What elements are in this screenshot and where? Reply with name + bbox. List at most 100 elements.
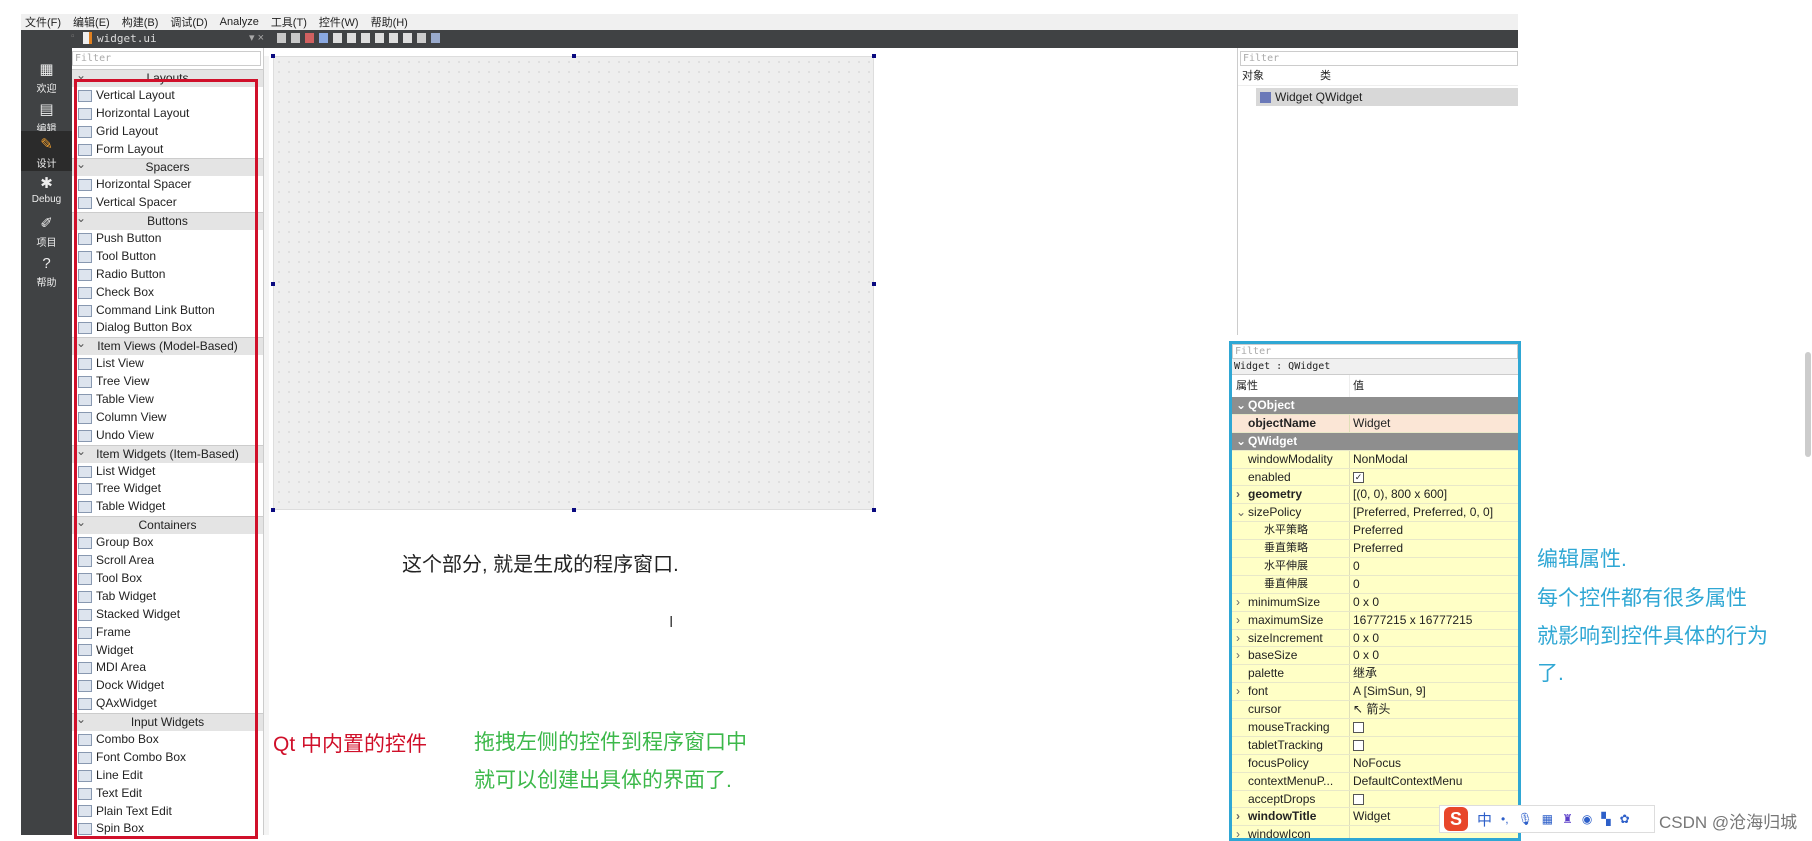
nav-document[interactable]: ▤ 编辑 — [21, 96, 72, 136]
resize-handle[interactable] — [271, 508, 275, 512]
property-row[interactable]: mouseTracking — [1232, 719, 1518, 737]
microphone-icon[interactable]: 🎙 — [1518, 812, 1533, 826]
nav-pencil[interactable]: ✎ 设计 — [21, 131, 72, 171]
property-section[interactable]: ⌄ QObject — [1232, 397, 1518, 415]
chevron-down-icon[interactable]: ⌄ — [1236, 504, 1246, 521]
property-value[interactable]: [Preferred, Preferred, 0, 0] — [1350, 504, 1493, 521]
property-row[interactable]: › baseSize 0 x 0 — [1232, 647, 1518, 666]
chevron-right-icon[interactable]: › — [1236, 486, 1240, 503]
resize-handle[interactable] — [271, 54, 275, 58]
menu-item[interactable]: 调试(D) — [170, 14, 207, 30]
robot-icon[interactable]: ◉ — [1582, 812, 1592, 826]
property-value[interactable]: A [SimSun, 9] — [1350, 683, 1426, 700]
chevron-right-icon[interactable]: › — [1236, 808, 1240, 825]
settings-icon[interactable]: ✿ — [1620, 812, 1630, 826]
layout-vertical-icon[interactable] — [347, 33, 356, 43]
property-row[interactable]: cursor ↖ 箭头 — [1232, 701, 1518, 720]
edit-tab-order-icon[interactable] — [319, 33, 328, 43]
menu-item[interactable]: 帮助(H) — [371, 14, 408, 30]
property-row[interactable]: objectName Widget — [1232, 414, 1518, 433]
property-value[interactable] — [1350, 737, 1364, 754]
resize-handle[interactable] — [271, 282, 275, 286]
property-row[interactable]: 垂直策略 Preferred — [1232, 540, 1518, 559]
form-canvas[interactable] — [271, 54, 876, 512]
checkbox[interactable] — [1353, 740, 1364, 752]
property-row[interactable]: 垂直伸展 0 — [1232, 575, 1518, 594]
property-value[interactable]: Widget — [1350, 415, 1390, 432]
edit-buddies-icon[interactable] — [305, 33, 314, 43]
nav-bug[interactable]: ✱ Debug — [21, 170, 72, 210]
object-filter-input[interactable]: Filter — [1240, 51, 1518, 66]
property-value[interactable]: 0 — [1350, 576, 1360, 593]
resize-handle[interactable] — [872, 282, 876, 286]
chevron-down-icon[interactable]: ⌄ — [1236, 433, 1246, 450]
checkbox[interactable] — [1353, 793, 1364, 805]
property-value[interactable]: ↖ 箭头 — [1350, 701, 1390, 718]
property-value[interactable] — [1350, 791, 1364, 808]
chevron-right-icon[interactable]: › — [1236, 630, 1240, 647]
ime-mode[interactable]: 中 — [1477, 809, 1492, 830]
checkbox[interactable] — [1353, 722, 1364, 734]
property-row[interactable]: palette 继承 — [1232, 665, 1518, 684]
chevron-down-icon[interactable]: ⌄ — [1236, 397, 1246, 414]
property-row[interactable]: contextMenuP... DefaultContextMenu — [1232, 772, 1518, 791]
layout-h-splitter-icon[interactable] — [361, 33, 370, 43]
property-row[interactable]: › sizeIncrement 0 x 0 — [1232, 629, 1518, 648]
property-row[interactable]: ⌄ sizePolicy [Preferred, Preferred, 0, 0] — [1232, 504, 1518, 523]
property-row[interactable]: focusPolicy NoFocus — [1232, 754, 1518, 773]
tab-widget-ui[interactable]: widget.ui — [97, 32, 157, 45]
resize-handle[interactable] — [872, 54, 876, 58]
checkbox[interactable]: ✓ — [1353, 471, 1364, 483]
resize-handle[interactable] — [872, 508, 876, 512]
break-layout-icon[interactable] — [417, 33, 426, 43]
adjust-size-icon[interactable] — [431, 33, 440, 43]
close-tab-icon[interactable]: ▾ × — [249, 31, 264, 44]
layout-v-splitter-icon[interactable] — [375, 33, 384, 43]
property-row[interactable]: 水平策略 Preferred — [1232, 522, 1518, 541]
layout-grid-icon[interactable] — [389, 33, 398, 43]
property-row[interactable]: tabletTracking — [1232, 736, 1518, 755]
property-row[interactable]: › maximumSize 16777215 x 16777215 — [1232, 611, 1518, 630]
property-value[interactable]: 16777215 x 16777215 — [1350, 612, 1472, 629]
property-filter-input[interactable]: Filter — [1232, 344, 1518, 359]
menu-item[interactable]: 控件(W) — [319, 14, 359, 30]
keyboard-icon[interactable]: ▦ — [1542, 812, 1553, 826]
layout-form-icon[interactable] — [403, 33, 412, 43]
property-value[interactable]: 继承 — [1350, 665, 1377, 682]
nav-grid[interactable]: ▦ 欢迎 — [21, 56, 72, 96]
property-value[interactable]: 0 x 0 — [1350, 630, 1379, 647]
object-row-widget[interactable]: Widget QWidget — [1256, 88, 1518, 106]
property-row[interactable]: windowModality NonModal — [1232, 450, 1518, 469]
property-value[interactable]: DefaultContextMenu — [1350, 773, 1462, 790]
edit-widgets-icon[interactable] — [277, 33, 286, 43]
property-row[interactable]: enabled ✓ — [1232, 468, 1518, 487]
property-value[interactable]: NonModal — [1350, 451, 1408, 468]
menu-item[interactable]: Analyze — [220, 16, 259, 28]
property-value[interactable]: 0 — [1350, 558, 1360, 575]
property-section[interactable]: ⌄ QWidget — [1232, 432, 1518, 451]
menu-item[interactable]: 工具(T) — [271, 14, 307, 30]
chevron-right-icon[interactable]: › — [1236, 683, 1240, 700]
widget-filter-input[interactable]: Filter — [72, 51, 261, 66]
property-value[interactable]: ✓ — [1350, 469, 1364, 486]
chevron-right-icon[interactable]: › — [1236, 612, 1240, 629]
property-value[interactable]: [(0, 0), 800 x 600] — [1350, 486, 1447, 503]
property-row[interactable]: › geometry [(0, 0), 800 x 600] — [1232, 486, 1518, 505]
ime-punct[interactable]: •, — [1501, 812, 1509, 826]
chevron-right-icon[interactable]: › — [1236, 826, 1240, 838]
property-value[interactable]: Preferred — [1350, 540, 1403, 557]
menu-item[interactable]: 编辑(E) — [73, 14, 110, 30]
page-scrollbar[interactable] — [1805, 352, 1811, 457]
nav-help[interactable]: ? 帮助 — [21, 250, 72, 290]
nav-wrench[interactable]: ✐ 项目 — [21, 210, 72, 250]
property-value[interactable]: 0 x 0 — [1350, 594, 1379, 611]
property-row[interactable]: › minimumSize 0 x 0 — [1232, 593, 1518, 612]
property-value[interactable]: NoFocus — [1350, 755, 1401, 772]
chevron-right-icon[interactable]: › — [1236, 594, 1240, 611]
property-value[interactable] — [1350, 826, 1353, 838]
property-value[interactable] — [1350, 719, 1364, 736]
menu-item[interactable]: 构建(B) — [122, 14, 159, 30]
widget-box-scrollbar[interactable] — [264, 56, 269, 835]
edit-signals-icon[interactable] — [291, 33, 300, 43]
sogou-logo-icon[interactable]: S — [1444, 807, 1468, 831]
